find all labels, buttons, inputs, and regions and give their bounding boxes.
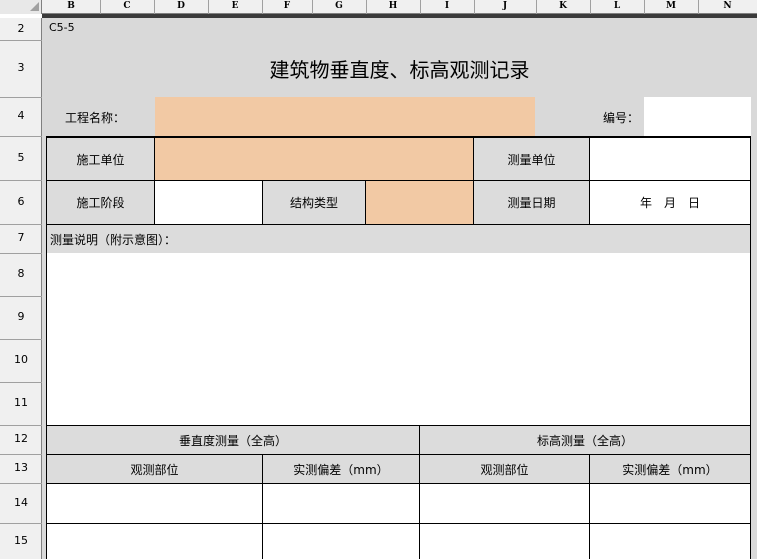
column-header-g[interactable]: G xyxy=(312,0,367,14)
form-code: C5-5 xyxy=(49,21,75,34)
column-header-k[interactable]: K xyxy=(536,0,591,14)
survey-unit-label: 测量单位 xyxy=(474,138,590,181)
row-header-14[interactable]: 14 xyxy=(0,483,42,524)
column-header-m[interactable]: M xyxy=(644,0,699,14)
column-header-i[interactable]: I xyxy=(420,0,475,14)
survey-unit-input[interactable] xyxy=(590,138,750,181)
column-header-c[interactable]: C xyxy=(100,0,155,14)
construction-stage-label: 施工阶段 xyxy=(47,181,155,225)
table-cell[interactable] xyxy=(590,484,750,524)
column-header-b[interactable]: B xyxy=(42,0,101,14)
elevation-header: 标高测量（全高） xyxy=(420,426,750,455)
survey-date-label: 测量日期 xyxy=(474,181,590,225)
construction-unit-label: 施工单位 xyxy=(47,138,155,181)
row-header-7[interactable]: 7 xyxy=(0,224,42,254)
survey-note-label: 测量说明（附示意图）： xyxy=(47,225,750,253)
survey-date-input[interactable]: 年 月 日 xyxy=(590,181,750,225)
number-label: 编号： xyxy=(603,111,640,125)
form-title: 建筑物垂直度、标高观测记录 xyxy=(269,58,530,82)
row-header-9[interactable]: 9 xyxy=(0,296,42,340)
row-header-bar: 2 3 4 5 6 7 8 9 10 11 12 13 14 15 xyxy=(0,18,42,559)
table-cell[interactable] xyxy=(590,524,750,559)
structure-type-input[interactable] xyxy=(366,181,474,225)
column-header-n[interactable]: N xyxy=(698,0,757,14)
survey-note-area[interactable] xyxy=(47,253,750,426)
structure-type-label: 结构类型 xyxy=(263,181,366,225)
table-cell[interactable] xyxy=(420,524,590,559)
elevation-observe-part-header: 观测部位 xyxy=(420,455,590,484)
table-cell[interactable] xyxy=(263,484,420,524)
column-header-e[interactable]: E xyxy=(208,0,263,14)
row-header-3[interactable]: 3 xyxy=(0,40,42,98)
row-header-8[interactable]: 8 xyxy=(0,253,42,297)
column-header-l[interactable]: L xyxy=(590,0,645,14)
column-header-bar: B C D E F G H I J K L M N xyxy=(0,0,757,14)
construction-stage-input[interactable] xyxy=(155,181,263,225)
table-cell[interactable] xyxy=(420,484,590,524)
row-header-6[interactable]: 6 xyxy=(0,180,42,225)
row-header-11[interactable]: 11 xyxy=(0,382,42,426)
select-all-triangle-icon xyxy=(30,2,39,11)
elevation-deviation-header: 实测偏差（mm） xyxy=(590,455,750,484)
construction-unit-input[interactable] xyxy=(155,138,474,181)
row-header-15[interactable]: 15 xyxy=(0,523,42,559)
column-header-h[interactable]: H xyxy=(366,0,421,14)
table-cell[interactable] xyxy=(47,484,263,524)
vertical-observe-part-header: 观测部位 xyxy=(47,455,263,484)
number-input[interactable] xyxy=(644,97,751,136)
verticality-header: 垂直度测量（全高） xyxy=(47,426,420,455)
row-header-5[interactable]: 5 xyxy=(0,136,42,181)
row-header-4[interactable]: 4 xyxy=(0,97,42,137)
row-header-12[interactable]: 12 xyxy=(0,425,42,455)
column-header-f[interactable]: F xyxy=(262,0,313,14)
column-header-j[interactable]: J xyxy=(474,0,537,14)
vertical-deviation-header: 实测偏差（mm） xyxy=(263,455,420,484)
project-name-label: 工程名称： xyxy=(65,111,126,125)
row-header-10[interactable]: 10 xyxy=(0,339,42,383)
row-header-13[interactable]: 13 xyxy=(0,454,42,484)
project-name-input[interactable] xyxy=(155,97,535,136)
table-cell[interactable] xyxy=(47,524,263,559)
row-header-2[interactable]: 2 xyxy=(0,18,42,41)
column-header-d[interactable]: D xyxy=(154,0,209,14)
table-cell[interactable] xyxy=(263,524,420,559)
